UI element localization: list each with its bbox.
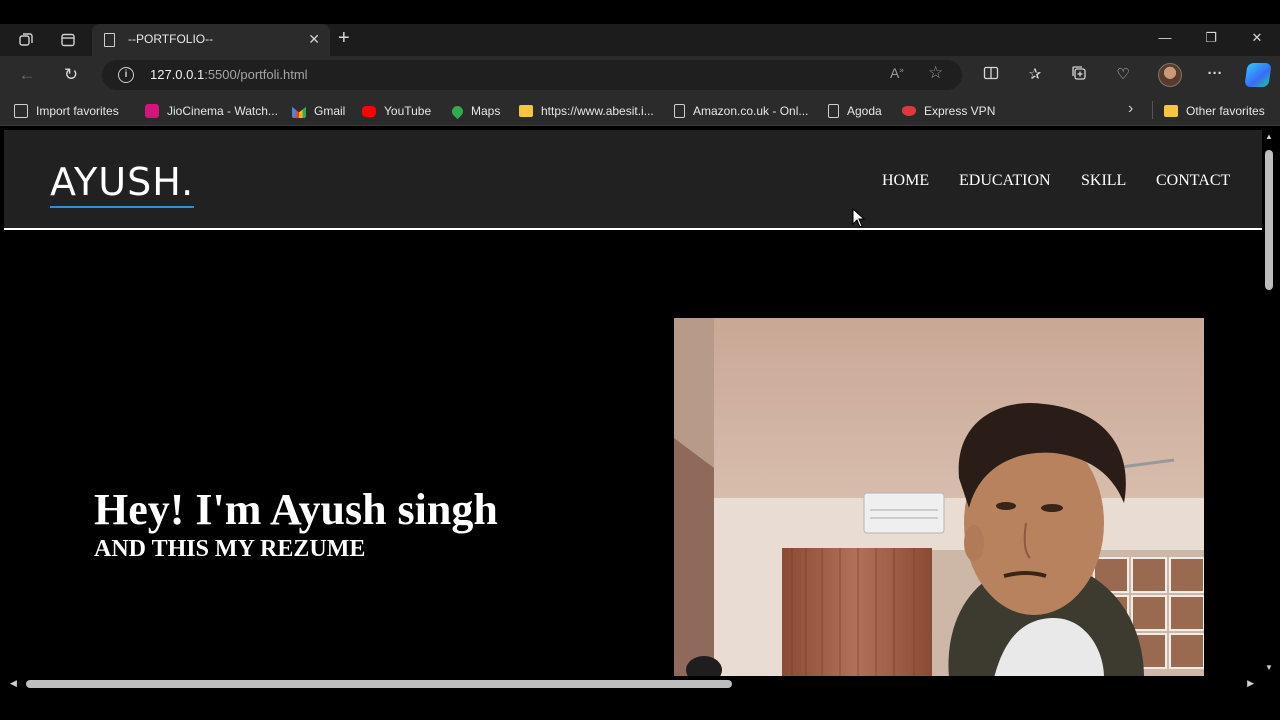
nav-contact[interactable]: CONTACT	[1156, 172, 1230, 190]
address-path: :5500/portfoli.html	[204, 67, 308, 82]
horizontal-scrollbar[interactable]: ◀ ▶	[4, 676, 1262, 692]
address-text: 127.0.0.1:5500/portfoli.html	[150, 67, 308, 82]
nav-home[interactable]: HOME	[882, 172, 929, 190]
address-host: 127.0.0.1	[150, 67, 205, 82]
page-icon	[674, 104, 685, 118]
profile-photo	[674, 318, 1204, 676]
browser-tab-bar: --PORTFOLIO-- ✕ + — ❐ ✕	[0, 24, 1280, 56]
bookmark-maps[interactable]: Maps	[449, 102, 501, 120]
bookmark-label: Gmail	[314, 104, 346, 118]
refresh-button[interactable]: ↻	[60, 64, 82, 86]
browser-tab-portfolio[interactable]: --PORTFOLIO-- ✕	[92, 24, 330, 56]
folder-icon	[1164, 105, 1178, 117]
bookmark-jiocinema[interactable]: JioCinema - Watch...	[145, 102, 278, 120]
chevron-right-icon[interactable]: ›	[1128, 100, 1133, 118]
scroll-up-icon[interactable]: ▲	[1265, 132, 1273, 141]
mouse-cursor-icon	[852, 208, 866, 228]
import-icon	[14, 104, 28, 118]
favorites-icon[interactable]: ✰	[1024, 65, 1046, 85]
bookmark-label: Import favorites	[36, 104, 119, 118]
bookmark-label: Agoda	[847, 104, 882, 118]
more-options-icon[interactable]: ···	[1204, 65, 1226, 85]
folder-icon	[519, 105, 533, 117]
site-logo[interactable]: AYUSH.	[50, 158, 195, 208]
bookmark-youtube[interactable]: YouTube	[362, 102, 431, 120]
bookmark-gmail[interactable]: Gmail	[292, 102, 345, 120]
close-tab-icon[interactable]: ✕	[308, 31, 320, 48]
scroll-left-icon[interactable]: ◀	[10, 678, 17, 689]
split-screen-icon[interactable]	[980, 65, 1002, 85]
gmail-icon	[292, 106, 306, 118]
vertical-scroll-thumb[interactable]	[1265, 150, 1273, 290]
bookmark-express-vpn[interactable]: Express VPN	[902, 102, 995, 120]
profile-avatar[interactable]	[1158, 63, 1182, 87]
browser-essentials-icon[interactable]: ♡	[1112, 65, 1134, 85]
bookmark-label: Other favorites	[1186, 104, 1265, 118]
back-button[interactable]: ←	[16, 64, 38, 86]
close-window-button[interactable]: ✕	[1242, 30, 1272, 50]
bookmark-label: Maps	[471, 104, 501, 118]
horizontal-scroll-thumb[interactable]	[26, 680, 732, 688]
hero-subtitle: AND THIS MY REZUME	[94, 536, 366, 562]
vpn-icon	[902, 106, 916, 116]
favorites-bar: Import favorites JioCinema - Watch... Gm…	[0, 94, 1280, 126]
new-tab-button[interactable]: +	[338, 27, 350, 50]
bookmark-label: YouTube	[384, 104, 432, 118]
bookmark-abesit[interactable]: https://www.abesit.i...	[519, 102, 654, 120]
read-aloud-icon[interactable]: A»	[890, 65, 904, 81]
nav-skill[interactable]: SKILL	[1081, 172, 1126, 190]
copilot-icon[interactable]	[1244, 63, 1272, 87]
bookmark-import-favorites[interactable]: Import favorites	[14, 102, 119, 120]
bookmark-label: https://www.abesit.i...	[541, 104, 654, 118]
site-info-icon[interactable]: i	[118, 67, 134, 83]
nav-education[interactable]: EDUCATION	[959, 172, 1051, 190]
screen-bottom-strip	[0, 692, 1280, 720]
favorite-star-icon[interactable]: ☆	[928, 63, 943, 83]
maps-icon	[449, 103, 466, 119]
restore-button[interactable]: ❐	[1196, 30, 1226, 50]
favorites-divider	[1152, 101, 1153, 119]
minimize-button[interactable]: —	[1150, 30, 1180, 50]
bookmark-amazon[interactable]: Amazon.co.uk - Onl...	[674, 102, 808, 120]
browser-toolbar: ← ↻ i 127.0.0.1:5500/portfoli.html A» ☆ …	[0, 56, 1280, 94]
screen-top-strip	[0, 0, 1280, 24]
tab-actions-icon[interactable]	[58, 30, 78, 50]
scroll-down-icon[interactable]: ▼	[1265, 663, 1273, 672]
page-viewport: AYUSH. HOME EDUCATION SKILL CONTACT Hey!…	[4, 128, 1262, 676]
page-icon	[104, 33, 115, 47]
tab-title: --PORTFOLIO--	[128, 32, 214, 46]
workspaces-icon[interactable]	[16, 30, 36, 50]
bookmark-label: Express VPN	[924, 104, 996, 118]
vertical-scrollbar[interactable]: ▲ ▼	[1262, 128, 1276, 676]
collections-icon[interactable]	[1068, 65, 1090, 85]
page-icon	[828, 104, 839, 118]
youtube-icon	[362, 105, 376, 117]
jiocinema-icon	[145, 104, 159, 118]
address-bar[interactable]: i 127.0.0.1:5500/portfoli.html A» ☆	[102, 60, 962, 90]
site-header: AYUSH. HOME EDUCATION SKILL CONTACT	[4, 130, 1262, 230]
hero-title: Hey! I'm Ayush singh	[94, 485, 498, 534]
bookmark-label: JioCinema - Watch...	[167, 104, 278, 118]
scroll-right-icon[interactable]: ▶	[1247, 678, 1254, 689]
bookmark-agoda[interactable]: Agoda	[828, 102, 882, 120]
bookmark-other-favorites[interactable]: Other favorites	[1164, 102, 1265, 120]
bookmark-label: Amazon.co.uk - Onl...	[693, 104, 809, 118]
